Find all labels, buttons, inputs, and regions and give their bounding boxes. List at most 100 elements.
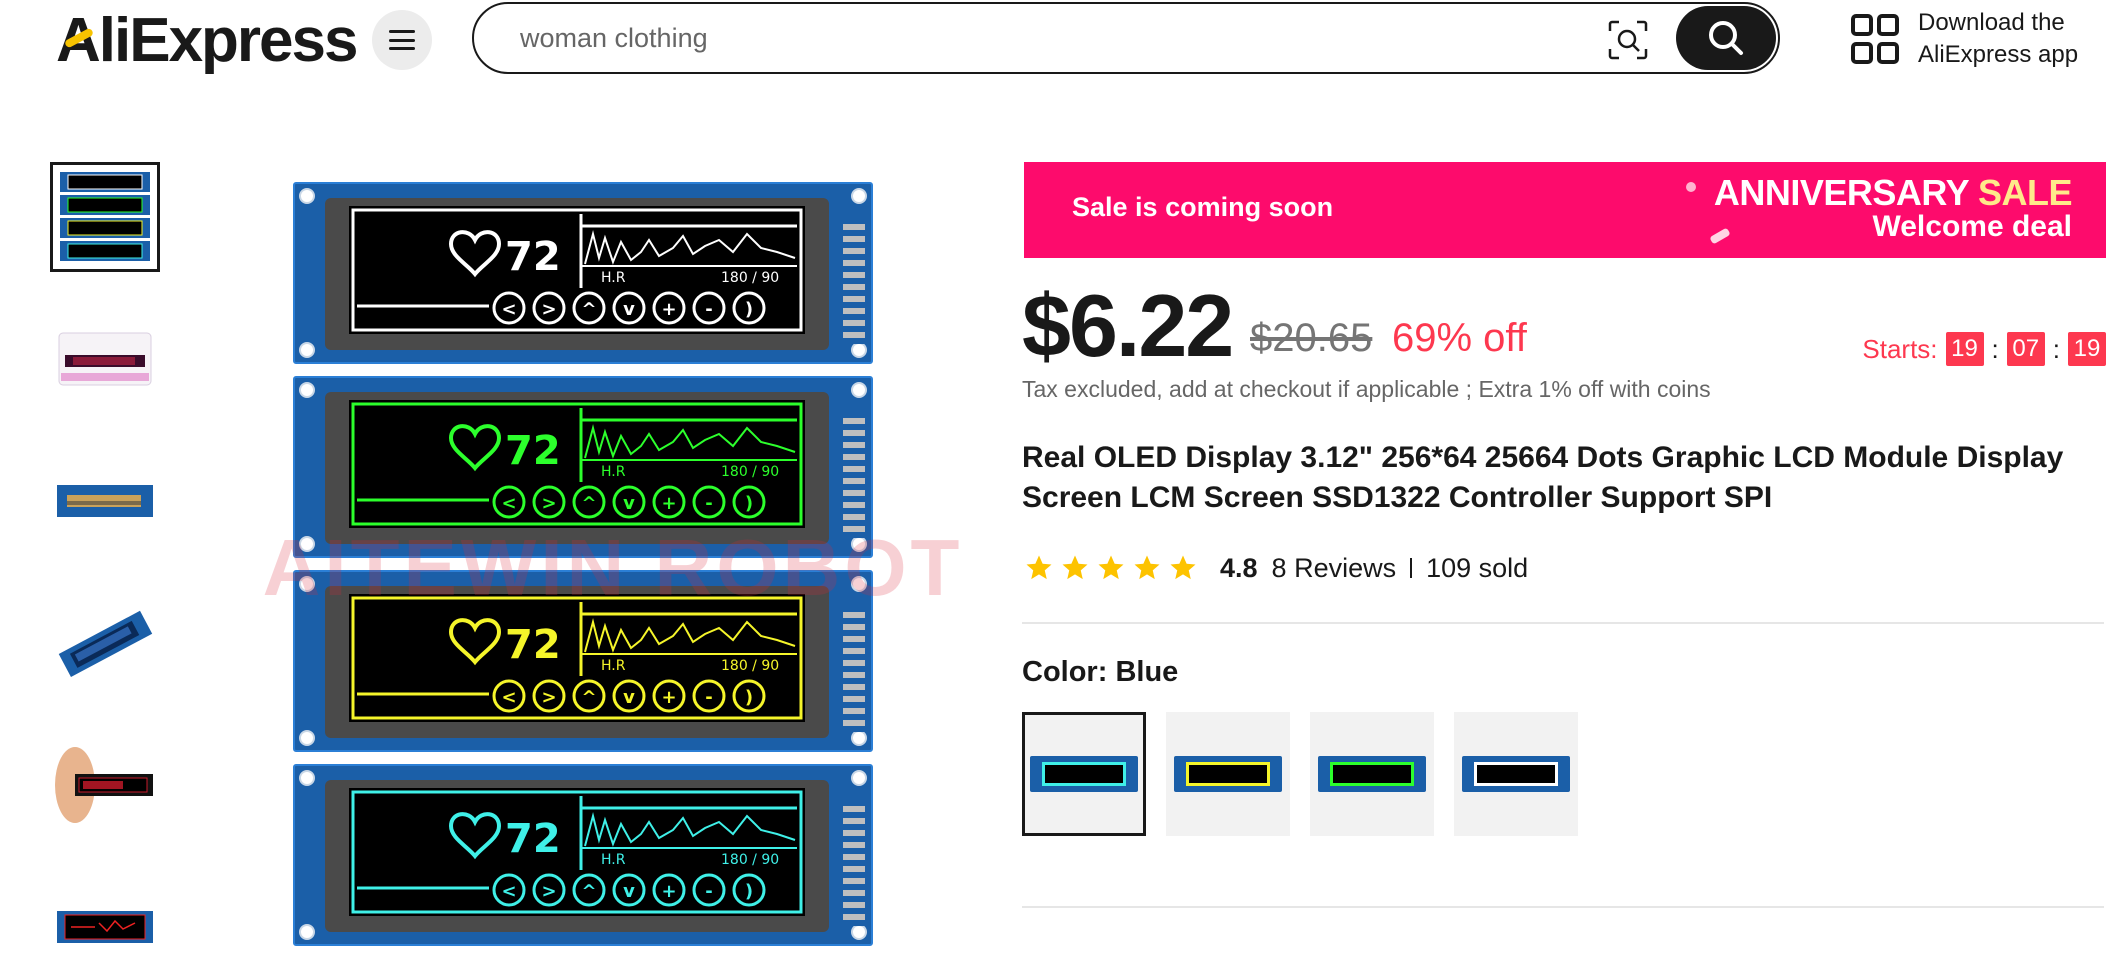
color-option-white[interactable] bbox=[1454, 712, 1578, 836]
star-icon bbox=[1098, 555, 1124, 580]
svg-text:v: v bbox=[623, 493, 635, 514]
menu-button[interactable] bbox=[372, 10, 432, 70]
star-icon bbox=[1062, 555, 1088, 580]
svg-text:v: v bbox=[623, 687, 635, 708]
svg-text:-: - bbox=[705, 687, 712, 708]
sale-coming-text: Sale is coming soon bbox=[1072, 192, 1334, 222]
svg-text:+: + bbox=[661, 687, 676, 708]
svg-text:180 / 90: 180 / 90 bbox=[721, 270, 779, 286]
banner-dot-icon bbox=[1686, 182, 1696, 192]
svg-text:v: v bbox=[623, 299, 635, 320]
search-bar bbox=[472, 2, 1780, 74]
image-search-icon[interactable] bbox=[1606, 18, 1650, 62]
anniversary-sale-title: ANNIVERSARY SALE bbox=[1713, 172, 2073, 213]
color-option-green[interactable] bbox=[1310, 712, 1434, 836]
svg-text:): ) bbox=[745, 493, 753, 514]
banner-spark-icon bbox=[1709, 227, 1731, 245]
image-watermark: AITEWIN ROBOT bbox=[262, 523, 964, 612]
countdown-separator: : bbox=[1991, 333, 1999, 364]
svg-text:72: 72 bbox=[505, 234, 561, 280]
countdown-seconds: 19 bbox=[2068, 332, 2106, 366]
oled-panel: 72 H.R 180 / 90 < > ^ v + -) bbox=[293, 182, 873, 364]
divider bbox=[1410, 558, 1413, 578]
swatch-image bbox=[1174, 756, 1282, 792]
product-title: Real OLED Display 3.12" 256*64 25664 Dot… bbox=[1022, 441, 2064, 514]
countdown-minutes: 07 bbox=[2006, 332, 2045, 366]
svg-text:H.R: H.R bbox=[601, 852, 626, 868]
svg-text:H.R: H.R bbox=[601, 658, 626, 674]
aliexpress-logo[interactable]: AliExpress bbox=[56, 4, 359, 78]
svg-text:>: > bbox=[541, 299, 556, 320]
star-icon bbox=[1026, 555, 1052, 580]
sold-count: 109 sold bbox=[1426, 552, 1529, 583]
swatch-image bbox=[1030, 756, 1138, 792]
svg-text:): ) bbox=[745, 881, 753, 902]
rating-value: 4.8 bbox=[1220, 552, 1258, 583]
rating-row: 4.8 8 Reviews 109 sold bbox=[1024, 548, 1528, 588]
header: AliExpress woman clothing Download the A… bbox=[0, 0, 2128, 80]
thumbnail-4[interactable] bbox=[50, 588, 160, 698]
star-icon bbox=[1134, 555, 1160, 580]
svg-text:^: ^ bbox=[581, 493, 596, 514]
countdown-label: Starts: bbox=[1862, 333, 1938, 364]
svg-text:-: - bbox=[705, 881, 712, 902]
svg-text:72: 72 bbox=[505, 622, 561, 668]
current-price: $6.22 bbox=[1022, 276, 1234, 375]
svg-text:^: ^ bbox=[581, 687, 596, 708]
color-swatches bbox=[1022, 712, 1578, 836]
svg-text:H.R: H.R bbox=[601, 270, 626, 286]
svg-text:72: 72 bbox=[505, 428, 561, 474]
color-option-blue[interactable] bbox=[1022, 712, 1146, 836]
svg-text:v: v bbox=[623, 881, 635, 902]
oled-screen: 72 H.R 180 / 90 < > ^ v + -) bbox=[349, 206, 805, 334]
search-icon bbox=[1709, 21, 1743, 55]
selected-color: Blue bbox=[1115, 656, 1179, 688]
svg-text:+: + bbox=[661, 881, 676, 902]
hamburger-icon bbox=[389, 30, 415, 50]
logo-text: AliExpress bbox=[56, 6, 359, 75]
main-product-image[interactable]: 72 H.R 180 / 90 < > ^ v + -) 72 H.R 180 / 90 < > ^ v + -)… bbox=[248, 172, 978, 952]
original-price: $20.65 bbox=[1250, 316, 1373, 360]
welcome-deal-text: Welcome deal bbox=[1872, 210, 2072, 243]
svg-text:180 / 90: 180 / 90 bbox=[721, 658, 779, 674]
countdown-separator: : bbox=[2052, 333, 2060, 364]
oled-screen: 72 H.R 180 / 90 < > ^ v + -) bbox=[349, 400, 805, 528]
promo-banner[interactable]: Sale is coming soon ANNIVERSARY SALE Wel… bbox=[1024, 162, 2106, 258]
oled-screen: 72 H.R 180 / 90 < > ^ v + -) bbox=[349, 788, 805, 916]
tax-note: Tax excluded, add at checkout if applica… bbox=[1022, 376, 1711, 402]
color-option-yellow[interactable] bbox=[1166, 712, 1290, 836]
reviews-link[interactable]: 8 Reviews bbox=[1272, 553, 1397, 584]
thumbnail-6[interactable] bbox=[50, 872, 160, 980]
svg-text:^: ^ bbox=[581, 299, 596, 320]
download-app-link[interactable]: Download the AliExpress app bbox=[1850, 4, 2088, 74]
svg-text:72: 72 bbox=[505, 816, 561, 862]
thumbnail-3[interactable] bbox=[50, 446, 160, 556]
thumbnail-1[interactable] bbox=[50, 162, 160, 272]
thumbnail-5[interactable] bbox=[50, 730, 160, 840]
svg-text:): ) bbox=[745, 687, 753, 708]
swatch-image bbox=[1318, 756, 1426, 792]
search-input[interactable] bbox=[520, 16, 1620, 60]
oled-panel: 72 H.R 180 / 90 < > ^ v + -) bbox=[293, 764, 873, 946]
svg-text:<: < bbox=[501, 687, 516, 708]
svg-text:<: < bbox=[501, 881, 516, 902]
countdown-hours: 19 bbox=[1945, 332, 1984, 366]
svg-text:+: + bbox=[661, 299, 676, 320]
color-label: Color: Blue bbox=[1022, 656, 1179, 688]
sale-countdown: Starts: 19 : 07 : 19 bbox=[1862, 332, 2106, 366]
svg-text:+: + bbox=[661, 493, 676, 514]
svg-text:): ) bbox=[745, 299, 753, 320]
svg-text:<: < bbox=[501, 299, 516, 320]
section-divider bbox=[1022, 906, 2104, 908]
svg-text:>: > bbox=[541, 687, 556, 708]
search-button[interactable] bbox=[1676, 6, 1776, 70]
svg-text:<: < bbox=[501, 493, 516, 514]
thumbnail-2[interactable] bbox=[50, 304, 160, 414]
swatch-image bbox=[1462, 756, 1570, 792]
download-app-label: Download the AliExpress app bbox=[1918, 9, 2079, 68]
svg-text:180 / 90: 180 / 90 bbox=[721, 852, 779, 868]
star-rating bbox=[1024, 553, 1198, 583]
svg-text:-: - bbox=[705, 299, 712, 320]
svg-text:-: - bbox=[705, 493, 712, 514]
svg-text:>: > bbox=[541, 881, 556, 902]
